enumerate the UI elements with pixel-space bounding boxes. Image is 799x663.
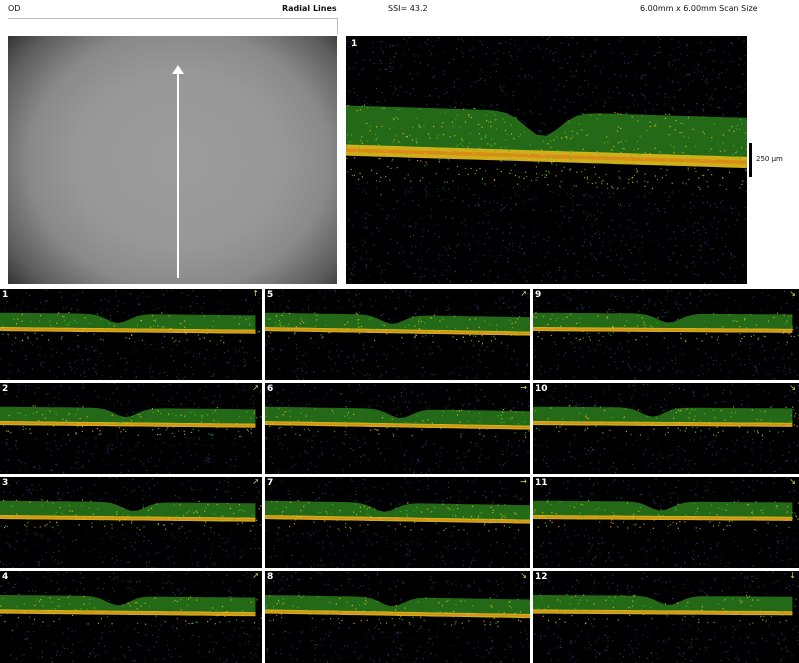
scan-thumbnail[interactable]: 8 ↘ — [265, 571, 530, 663]
scan-direction-icon: ↓ — [789, 571, 796, 580]
thumbnail-number: 9 — [535, 290, 542, 300]
scan-direction-icon: → — [520, 383, 527, 392]
scan-thumbnail[interactable]: 1 ↑ — [0, 289, 262, 380]
thumbnail-scan-image — [0, 571, 262, 663]
scale-bar — [749, 143, 752, 177]
scan-direction-arrow-head[interactable] — [172, 65, 184, 74]
scan-thumbnail[interactable]: 6 → — [265, 383, 530, 474]
thumbnail-number: 1 — [2, 290, 9, 300]
scan-direction-arrow-shaft[interactable] — [177, 72, 179, 278]
thumbnail-scan-image — [265, 289, 530, 380]
scan-thumbnail[interactable]: 7 → — [265, 477, 530, 568]
scan-direction-icon: → — [520, 477, 527, 486]
scan-direction-icon: ↘ — [789, 289, 796, 298]
thumbnail-scan-image — [265, 383, 530, 474]
thumbnail-number: 10 — [535, 384, 548, 394]
thumbnail-number: 4 — [2, 572, 9, 582]
scan-thumbnail[interactable]: 4 ↗ — [0, 571, 262, 663]
thumbnail-scan-image — [0, 477, 262, 568]
thumbnail-number: 5 — [267, 290, 274, 300]
thumbnail-number: 6 — [267, 384, 274, 394]
scan-direction-icon: ↗ — [252, 383, 259, 392]
eye-label: OD — [8, 4, 21, 13]
fundus-image[interactable] — [8, 36, 337, 284]
thumbnail-number: 8 — [267, 572, 274, 582]
thumbnail-number: 2 — [2, 384, 9, 394]
header-divider-tick — [337, 18, 338, 34]
scan-thumbnail[interactable]: 11 ↘ — [533, 477, 799, 568]
thumbnail-number: 7 — [267, 478, 274, 488]
thumbnail-scan-image — [533, 383, 799, 474]
scale-label: 250 µm — [756, 155, 783, 163]
scan-thumbnail[interactable]: 3 ↗ — [0, 477, 262, 568]
scan-size-label: 6.00mm x 6.00mm Scan Size — [640, 4, 758, 13]
scan-thumbnail[interactable]: 12 ↓ — [533, 571, 799, 663]
scan-type-label: Radial Lines — [282, 4, 337, 13]
scan-thumbnail[interactable]: 10 ↘ — [533, 383, 799, 474]
thumbnail-scan-image — [533, 289, 799, 380]
scan-direction-icon: ↗ — [520, 289, 527, 298]
main-scan-image — [346, 36, 747, 284]
scan-thumbnail[interactable]: 9 ↘ — [533, 289, 799, 380]
scan-thumbnail[interactable]: 2 ↗ — [0, 383, 262, 474]
thumbnail-scan-image — [0, 289, 262, 380]
scan-direction-icon: ↗ — [252, 571, 259, 580]
thumbnail-scan-image — [533, 477, 799, 568]
main-scan-number: 1 — [351, 39, 358, 49]
scan-direction-icon: ↘ — [520, 571, 527, 580]
thumbnail-number: 12 — [535, 572, 548, 582]
main-oct-scan[interactable]: 1 — [346, 36, 747, 284]
thumbnail-number: 11 — [535, 478, 548, 488]
thumbnail-scan-image — [0, 383, 262, 474]
scan-direction-icon: ↘ — [789, 383, 796, 392]
scan-direction-icon: ↑ — [252, 289, 259, 298]
thumbnail-number: 3 — [2, 478, 9, 488]
scan-direction-icon: ↗ — [252, 477, 259, 486]
thumbnail-scan-image — [533, 571, 799, 663]
scan-direction-icon: ↘ — [789, 477, 796, 486]
header-divider — [8, 18, 338, 19]
thumbnail-scan-image — [265, 571, 530, 663]
scan-thumbnail[interactable]: 5 ↗ — [265, 289, 530, 380]
ssi-label: SSI= 43.2 — [388, 4, 428, 13]
thumbnail-scan-image — [265, 477, 530, 568]
